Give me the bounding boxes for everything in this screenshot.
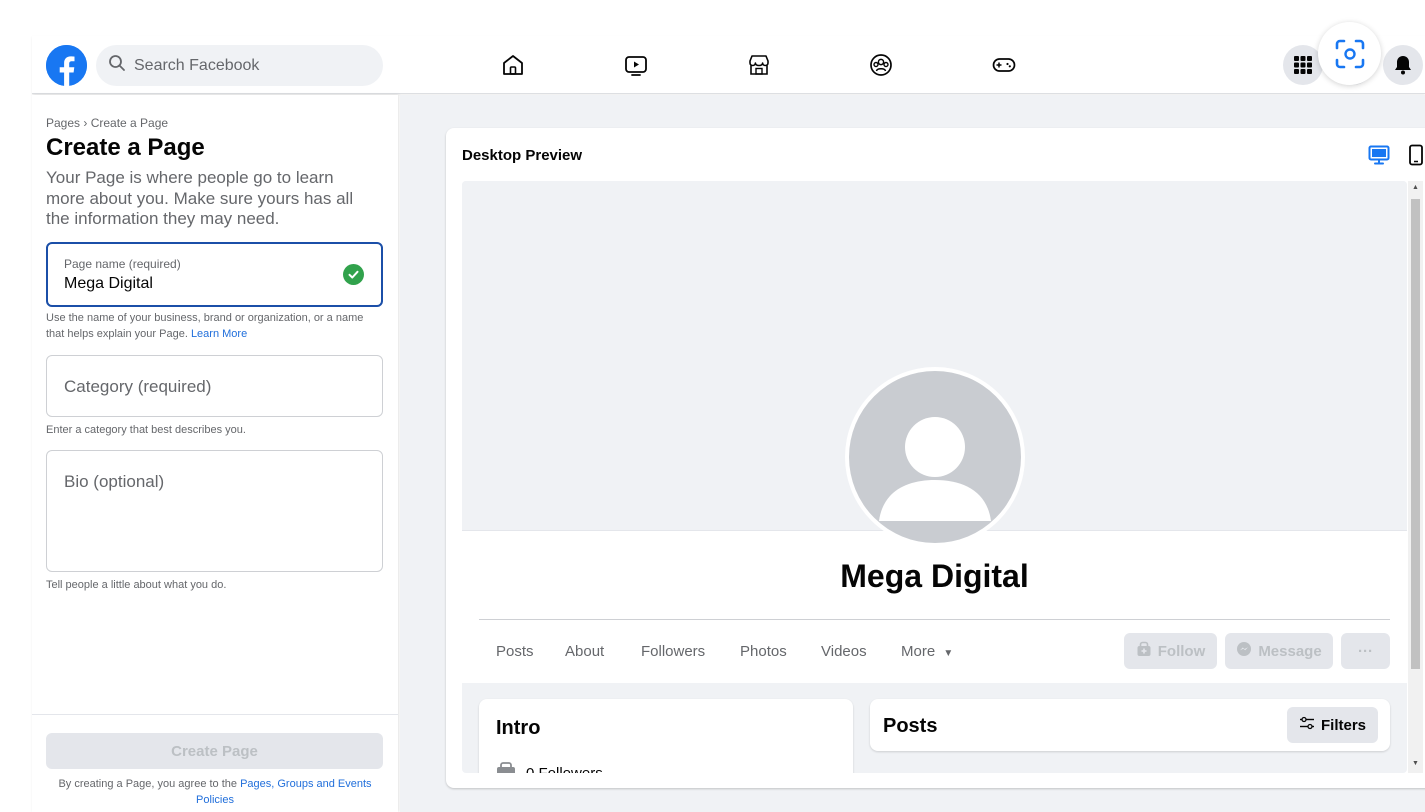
message-button[interactable]: Message (1225, 633, 1333, 669)
scroll-thumb[interactable] (1411, 199, 1420, 669)
profile-avatar (845, 367, 1025, 547)
caret-down-icon: ▼ (943, 648, 954, 659)
tab-about[interactable]: About (565, 643, 604, 660)
learn-more-link[interactable]: Learn More (191, 328, 247, 340)
posts-title: Posts (883, 715, 938, 737)
preview-page-name: Mega Digital (840, 558, 1029, 594)
messenger-icon (1236, 641, 1252, 661)
more-actions-button[interactable]: ··· (1341, 633, 1390, 669)
breadcrumb[interactable]: Pages › Create a Page (46, 116, 168, 130)
bio-textarea[interactable]: Bio (optional) (64, 472, 164, 492)
follow-button[interactable]: Follow (1124, 633, 1217, 669)
intro-title: Intro (496, 717, 541, 739)
scroll-down-icon[interactable]: ▼ (1411, 759, 1420, 769)
bio-helper: Tell people a little about what you do. (46, 579, 227, 591)
bio-field[interactable]: Bio (optional) (46, 450, 383, 572)
notifications-icon[interactable] (1383, 45, 1423, 85)
filters-button[interactable]: Filters (1286, 707, 1378, 743)
marketplace-icon[interactable] (745, 51, 773, 79)
page-name-field[interactable]: Page name (required) Mega Digital (46, 242, 383, 307)
category-field[interactable]: Category (required) (46, 355, 383, 417)
page-name-input[interactable]: Mega Digital (64, 275, 153, 293)
default-avatar-icon (879, 417, 991, 521)
category-input[interactable]: Category (required) (64, 377, 211, 397)
filters-icon (1299, 715, 1315, 735)
preview-title: Desktop Preview (462, 147, 583, 164)
top-strip (0, 0, 1425, 36)
create-page-form-panel: Pages › Create a Page Create a Page Your… (32, 95, 398, 812)
gaming-icon[interactable] (990, 51, 1018, 79)
mobile-view-icon[interactable] (1408, 144, 1424, 171)
tab-posts[interactable]: Posts (496, 643, 534, 660)
screenshot-capture-icon[interactable] (1318, 22, 1381, 85)
desktop-preview-card: Desktop Preview Mega Digital Posts About… (446, 128, 1425, 788)
form-footer: Create Page By creating a Page, you agre… (32, 714, 398, 812)
facebook-logo-icon[interactable] (46, 45, 87, 86)
followers-icon (496, 762, 516, 773)
follow-icon (1136, 641, 1152, 661)
posts-card: Posts Filters (870, 699, 1390, 751)
tab-videos[interactable]: Videos (821, 643, 867, 660)
tab-photos[interactable]: Photos (740, 643, 787, 660)
search-bar[interactable]: Search Facebook (96, 45, 383, 86)
page-name-label: Page name (required) (64, 257, 181, 271)
watch-icon[interactable] (622, 51, 650, 79)
tab-followers[interactable]: Followers (641, 643, 705, 660)
search-input[interactable]: Search Facebook (134, 57, 259, 75)
create-page-button[interactable]: Create Page (46, 733, 383, 769)
intro-card: Intro 0 Followers (479, 699, 853, 773)
page-title: Create a Page (46, 134, 205, 161)
top-navigation-bar: Search Facebook (32, 36, 1425, 94)
intro-text: Your Page is where people go to learn mo… (46, 168, 354, 228)
scroll-up-icon[interactable]: ▲ (1411, 183, 1420, 193)
menu-grid-icon[interactable] (1283, 45, 1323, 85)
tab-more[interactable]: More ▼ (901, 643, 953, 660)
groups-icon[interactable] (867, 51, 895, 79)
preview-area: Desktop Preview Mega Digital Posts About… (400, 95, 1425, 812)
desktop-view-icon[interactable] (1368, 144, 1390, 171)
terms-text: By creating a Page, you agree to the Pag… (58, 778, 372, 806)
check-icon (343, 264, 364, 285)
preview-scrollbar[interactable]: ▲ ▼ (1408, 181, 1423, 773)
home-icon[interactable] (499, 51, 527, 79)
category-helper: Enter a category that best describes you… (46, 424, 246, 436)
search-icon (108, 54, 126, 77)
divider (479, 619, 1390, 620)
preview-viewport: Mega Digital Posts About Followers Photo… (462, 181, 1407, 773)
page-name-helper: Use the name of your business, brand or … (46, 312, 364, 340)
followers-row: 0 Followers (496, 762, 603, 773)
